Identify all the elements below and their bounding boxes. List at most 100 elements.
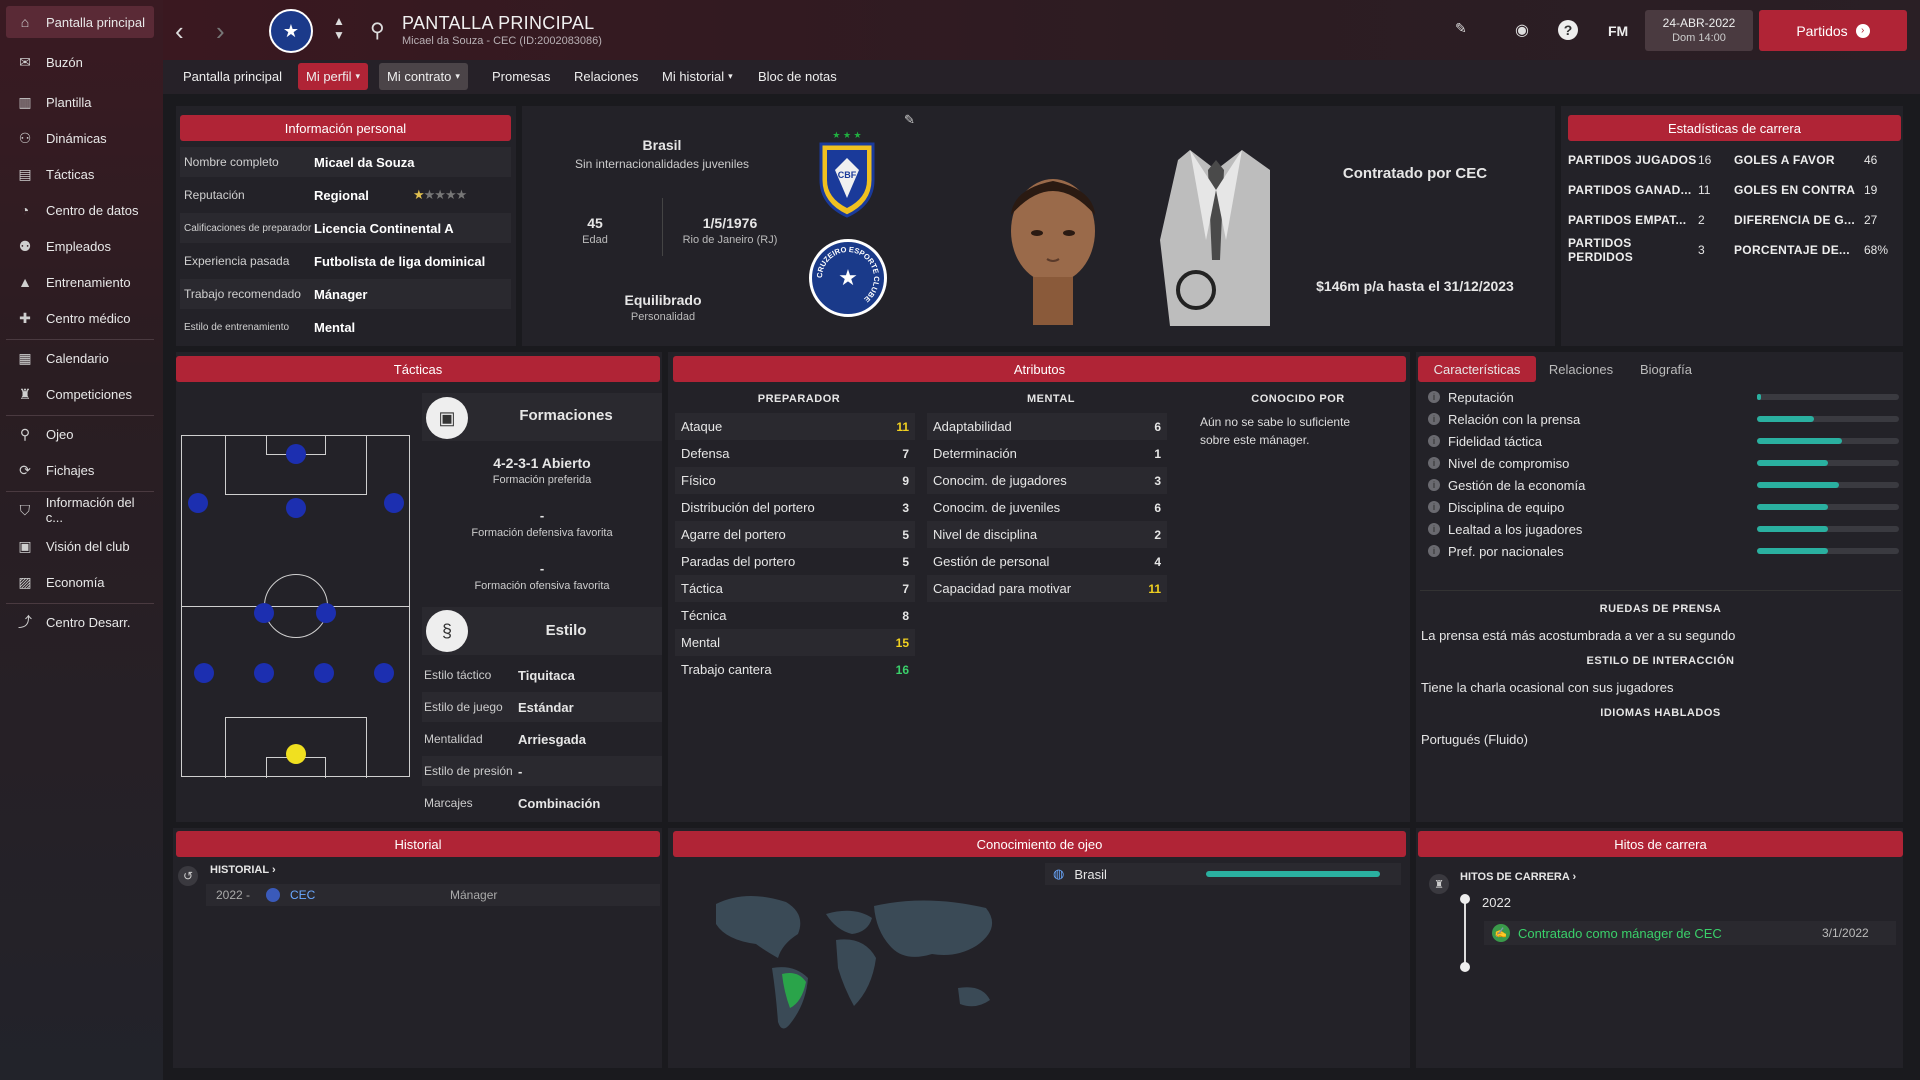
sidebar-item-medical[interactable]: ✚ Centro médico [6,302,154,334]
tab-promises[interactable]: Promesas [484,63,559,90]
stat-value: 11 [1698,183,1711,197]
milestone-row[interactable]: ✍ Contratado como mánager de CEC 3/1/202… [1484,921,1896,945]
known-for-text: Aún no se sabe lo suficiente sobre este … [1200,415,1351,447]
mental-attribute-row[interactable]: Gestión de personal 4 [927,548,1167,575]
tab-contract[interactable]: Mi contrato ▾ [379,63,468,90]
tab-relations[interactable]: Relaciones [566,63,646,90]
attribute-value: 1 [1154,446,1161,461]
continue-button[interactable]: Partidos › [1759,10,1907,51]
attribute-value: 8 [902,608,909,623]
info-icon[interactable]: i [1428,391,1440,403]
sidebar-item-finances[interactable]: ▨ Economía [6,566,154,598]
sidebar-item-club-info[interactable]: ⛉ Información del c... [6,494,154,526]
tab-history[interactable]: Mi historial ▾ [654,63,741,90]
sidebar-item-dynamics[interactable]: ⚇ Dinámicas [6,122,154,154]
stat-label: PARTIDOS PERDIDOS [1568,236,1634,264]
sidebar-item-tactics[interactable]: ▤ Tácticas [6,158,154,190]
mental-attribute-row[interactable]: Conocim. de jugadores 3 [927,467,1167,494]
sidebar-item-scouting[interactable]: ⚲ Ojeo [6,418,154,450]
info-icon[interactable]: i [1428,501,1440,513]
sidebar-item-data[interactable]: ◔ Centro de datos [6,194,154,226]
mental-attribute-row[interactable]: Adaptabilidad 6 [927,413,1167,440]
sidebar-item-home[interactable]: ⌂ Pantalla principal [6,6,154,38]
info-icon[interactable]: i [1428,435,1440,447]
info-icon[interactable]: i [1428,413,1440,425]
mental-attribute-row[interactable]: Capacidad para motivar 11 [927,575,1167,602]
tab-relations-panel[interactable]: Relaciones [1540,356,1622,382]
world-icon[interactable]: ◉ [1515,20,1529,40]
formation-pitch[interactable] [181,435,410,778]
development-icon: ⤴ [18,614,32,630]
sidebar-item-training[interactable]: ▲ Entrenamiento [6,266,154,298]
search-icon[interactable]: ⚲ [370,18,385,43]
tab-notes[interactable]: Bloc de notas [750,63,845,90]
sidebar-item-club-vision[interactable]: ▣ Visión del club [6,530,154,562]
sidebar-item-inbox[interactable]: ✉ Buzón [6,46,154,78]
coach-attribute-row[interactable]: Ataque 11 [675,413,915,440]
up-down-icon[interactable]: ▲ ▼ [333,14,345,42]
scouting-row[interactable]: ◍ Brasil [1045,863,1401,885]
coach-attribute-row[interactable]: Defensa 7 [675,440,915,467]
help-icon[interactable]: ? [1558,20,1578,40]
mental-attribute-row[interactable]: Conocim. de juveniles 6 [927,494,1167,521]
club-badge-icon[interactable]: ★ [269,9,313,53]
player-marker [254,603,274,623]
info-icon[interactable]: i [1428,457,1440,469]
coach-attribute-row[interactable]: Trabajo cantera 16 [675,656,915,683]
offensive-formation: - [539,561,545,576]
mental-attribute-row[interactable]: Nivel de disciplina 2 [927,521,1167,548]
attribute-label: Paradas del portero [681,554,796,569]
coach-attribute-row[interactable]: Agarre del portero 5 [675,521,915,548]
sidebar-item-competitions[interactable]: ♜ Competiciones [6,378,154,410]
club-small-icon [266,888,280,902]
sidebar-item-label: Centro de datos [46,202,139,218]
style-title: Estilo [545,622,587,639]
personal-row: Trabajo recomendado Mánager [180,279,511,309]
coach-attribute-row[interactable]: Paradas del portero 5 [675,548,915,575]
trait-label: Disciplina de equipo [1448,499,1565,515]
mental-attributes-title: MENTAL [1026,393,1075,405]
coach-attribute-row[interactable]: Técnica 8 [675,602,915,629]
attribute-label: Ataque [681,419,723,434]
fm-logo[interactable]: FM [1608,23,1628,39]
world-map[interactable] [686,884,1026,1044]
history-club[interactable]: CEC [290,888,450,902]
milestones-link[interactable]: HITOS DE CARRERA › [1460,871,1576,883]
sidebar-item-staff[interactable]: ⚉ Empleados [6,230,154,262]
history-row[interactable]: 2022 - CEC Mánager [206,884,660,906]
coach-attribute-row[interactable]: Táctica 7 [675,575,915,602]
tab-home[interactable]: Pantalla principal [175,63,290,90]
edit-icon[interactable]: ✎ [1455,20,1467,37]
style-row: Estilo táctico Tiquitaca [422,660,662,690]
sidebar: ⌂ Pantalla principal ✉ Buzón ▥ Plantilla ⚇ D… [0,0,163,1080]
info-icon[interactable]: i [1428,479,1440,491]
interaction-text: Tiene la charla ocasional con sus jugado… [1421,680,1674,695]
milestone-date: 3/1/2022 [1822,926,1869,940]
forward-arrow-icon[interactable]: › [216,16,225,47]
attribute-label: Trabajo cantera [681,662,772,677]
tab-profile[interactable]: Mi perfil ▾ [298,63,369,90]
date-display[interactable]: 24-ABR-2022 Dom 14:00 [1645,10,1753,51]
dna-icon: § [426,610,468,652]
sidebar-item-calendar[interactable]: ▦ Calendario [6,342,154,374]
defensive-formation: - [539,508,545,523]
info-icon[interactable]: i [1428,523,1440,535]
mental-attribute-row[interactable]: Determinación 1 [927,440,1167,467]
sidebar-item-squad[interactable]: ▥ Plantilla [6,86,154,118]
edit-pencil-icon[interactable]: ✎ [904,112,915,128]
back-arrow-icon[interactable]: ‹ [175,16,184,47]
sidebar-item-transfers[interactable]: ⟳ Fichajes [6,454,154,486]
coach-attribute-row[interactable]: Distribución del portero 3 [675,494,915,521]
tab-characteristics[interactable]: Características [1418,356,1536,382]
sidebar-item-development[interactable]: ⤴ Centro Desarr. [6,606,154,638]
info-icon[interactable]: i [1428,545,1440,557]
tab-biography[interactable]: Biografía [1626,356,1706,382]
sidebar-item-label: Información del c... [45,495,135,525]
coach-attribute-row[interactable]: Físico 9 [675,467,915,494]
history-link[interactable]: HISTORIAL › [210,864,276,876]
stat-value: 19 [1864,183,1878,197]
club-crest-text: CRUZEIRO ESPORTE CLUBE [815,245,881,304]
attribute-label: Conocim. de jugadores [933,473,1067,488]
preferred-formation[interactable]: 4-2-3-1 Abierto [422,455,662,471]
coach-attribute-row[interactable]: Mental 15 [675,629,915,656]
